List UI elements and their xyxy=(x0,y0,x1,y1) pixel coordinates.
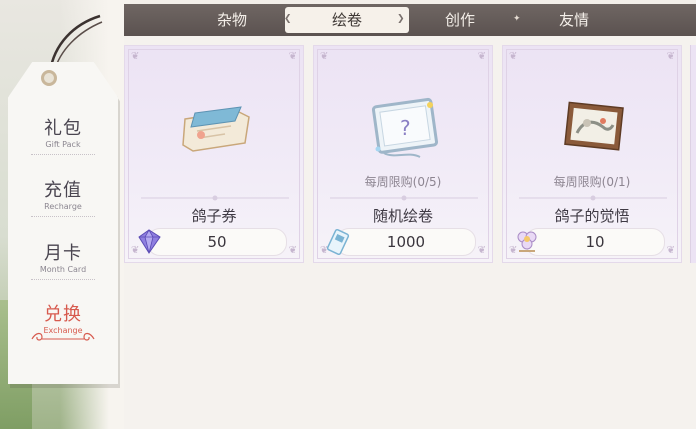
ornament-left-icon: ❮ xyxy=(284,14,292,24)
nav-tab-recharge[interactable]: 充值 Recharge xyxy=(8,180,118,217)
tab-friendship[interactable]: 友情 xyxy=(534,4,614,36)
sparkle-separator-icon: ✦ xyxy=(513,14,521,24)
nav-tab-label: 月卡 xyxy=(44,243,82,264)
shop-item-card[interactable]: ❦ ❦ ❦ ❦ 每周限购(0/1) 鸽子的觉悟 10 xyxy=(502,45,682,263)
category-tab-bar: 杂物 ❮ 绘卷 ❯ 创作 ✦ 友情 xyxy=(124,4,696,37)
corner-ornament-icon: ❦ xyxy=(288,245,297,256)
tab-creation[interactable]: 创作 xyxy=(420,4,500,36)
corner-ornament-icon: ❦ xyxy=(666,51,675,62)
nav-tab-sublabel: Gift Pack xyxy=(45,140,81,149)
ticket-icon xyxy=(182,106,250,152)
price-button[interactable]: 10 xyxy=(525,228,665,256)
nav-tab-gift-pack[interactable]: 礼包 Gift Pack xyxy=(8,118,118,155)
item-name: 鸽子的觉悟 xyxy=(554,207,630,225)
card-divider xyxy=(330,195,478,201)
framed-painting-icon xyxy=(564,101,624,151)
crystal-icon xyxy=(138,229,161,254)
nav-tab-month-card[interactable]: 月卡 Month Card xyxy=(8,243,118,280)
purchase-limit: 每周限购(0/5) xyxy=(364,175,442,189)
active-swirl-ornament xyxy=(31,332,95,341)
svg-text:?: ? xyxy=(400,116,411,140)
dotted-divider xyxy=(31,279,95,280)
dotted-divider xyxy=(31,154,95,155)
price-button[interactable]: 50 xyxy=(147,228,287,256)
card-divider xyxy=(519,195,667,201)
nav-tab-exchange[interactable]: 兑换 Exchange xyxy=(8,304,118,341)
tab-misc[interactable]: 杂物 xyxy=(192,4,272,36)
tab-label: 绘卷 xyxy=(331,11,362,29)
corner-ornament-icon: ❦ xyxy=(509,51,518,62)
tab-label: 创作 xyxy=(444,11,475,29)
shop-item-card[interactable]: ❦ ❦ ❦ ❦ ? 每周限购(0/5) 随机绘卷 1000 xyxy=(313,45,493,263)
tab-label: 杂物 xyxy=(216,11,247,29)
shop-item-card[interactable]: ❦ ❦ ❦ ❦ 鸽子券 50 xyxy=(124,45,304,263)
item-price: 1000 xyxy=(386,233,426,251)
nav-tab-label: 礼包 xyxy=(44,118,82,139)
nav-tab-label: 兑换 xyxy=(44,304,82,325)
price-button[interactable]: 1000 xyxy=(336,228,476,256)
card-divider xyxy=(141,195,289,201)
corner-ornament-icon: ❦ xyxy=(477,51,486,62)
tab-label: 友情 xyxy=(558,11,589,29)
corner-ornament-icon: ❦ xyxy=(131,51,140,62)
tag-eyelet xyxy=(41,70,57,86)
corner-ornament-icon: ❦ xyxy=(288,51,297,62)
nav-tab-sublabel: Recharge xyxy=(44,202,82,211)
tab-scroll[interactable]: 绘卷 xyxy=(305,4,389,36)
item-name: 随机绘卷 xyxy=(372,207,433,225)
nav-tab-sublabel: Month Card xyxy=(39,265,87,274)
purchase-limit: 每周限购(0/1) xyxy=(553,175,631,189)
dotted-divider xyxy=(31,216,95,217)
next-card-edge xyxy=(690,45,696,263)
flower-token-icon xyxy=(517,231,537,252)
ornament-right-icon: ❯ xyxy=(397,14,405,24)
corner-ornament-icon: ❦ xyxy=(666,245,675,256)
item-price: 50 xyxy=(207,233,227,251)
ticket-currency-icon xyxy=(326,228,350,256)
item-price: 10 xyxy=(585,233,605,251)
corner-ornament-icon: ❦ xyxy=(477,245,486,256)
corner-ornament-icon: ❦ xyxy=(320,51,329,62)
nav-tab-label: 充值 xyxy=(44,180,82,201)
item-name: 鸽子券 xyxy=(191,207,237,225)
picture-scroll-icon: ? xyxy=(371,97,439,158)
